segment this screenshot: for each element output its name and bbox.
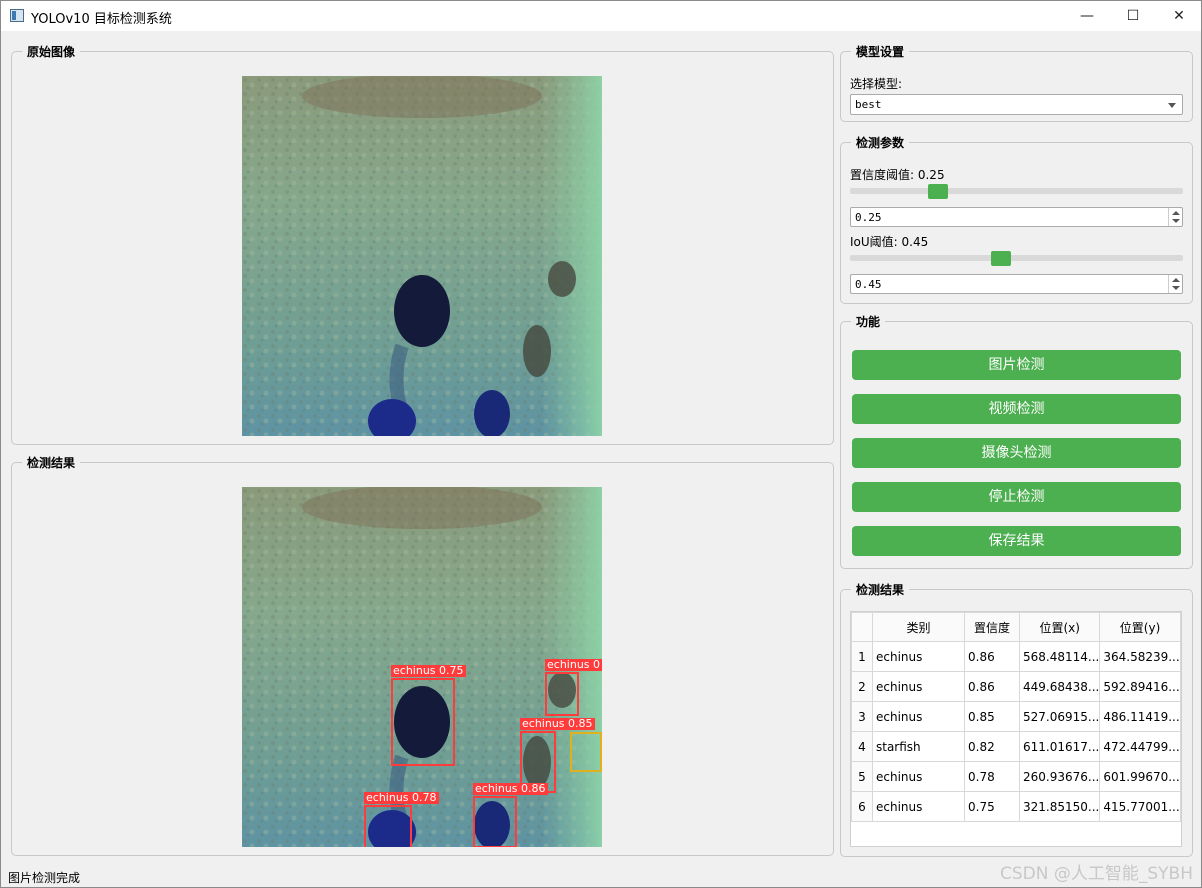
confidence-slider-handle[interactable] bbox=[928, 184, 948, 199]
column-header[interactable]: 位置(y) bbox=[1099, 612, 1181, 642]
corner-cell[interactable] bbox=[851, 612, 873, 642]
results-table: 类别 置信度 位置(x) 位置(y) 1 echinus 0.86 568.48… bbox=[851, 612, 1181, 822]
y-cell[interactable]: 472.44799... bbox=[1099, 731, 1181, 762]
detection-params-title: 检测参数 bbox=[851, 134, 910, 151]
original-image-title: 原始图像 bbox=[22, 43, 81, 60]
x-cell[interactable]: 568.48114... bbox=[1018, 641, 1101, 672]
class-cell[interactable]: echinus bbox=[872, 701, 965, 732]
confidence-cell[interactable]: 0.85 bbox=[964, 701, 1020, 732]
status-bar-text: 图片检测完成 bbox=[8, 871, 81, 885]
close-button[interactable]: ✕ bbox=[1156, 1, 1202, 31]
row-number[interactable]: 4 bbox=[851, 731, 873, 762]
confidence-threshold-label: 置信度阈值: 0.25 bbox=[850, 168, 945, 182]
table-row[interactable]: 1 echinus 0.86 568.48114... 364.58239... bbox=[851, 641, 1181, 672]
column-header[interactable]: 类别 bbox=[872, 612, 965, 642]
stop-detect-button[interactable]: 停止检测 bbox=[852, 482, 1181, 512]
minimize-button[interactable]: — bbox=[1064, 1, 1110, 31]
table-row[interactable]: 6 echinus 0.75 321.85150... 415.77001... bbox=[851, 791, 1181, 822]
echinus-bbox bbox=[391, 678, 455, 766]
image-detect-button[interactable]: 图片检测 bbox=[852, 350, 1181, 380]
table-row[interactable]: 4 starfish 0.82 611.01617... 472.44799..… bbox=[851, 731, 1181, 762]
y-cell[interactable]: 486.11419... bbox=[1099, 701, 1181, 732]
functions-title: 功能 bbox=[851, 313, 886, 330]
iou-spinbox[interactable]: 0.45 bbox=[850, 274, 1183, 294]
spin-buttons[interactable] bbox=[1168, 208, 1182, 226]
y-cell[interactable]: 415.77001... bbox=[1099, 791, 1181, 822]
column-header[interactable]: 位置(x) bbox=[1018, 612, 1101, 642]
table-row[interactable]: 2 echinus 0.86 449.68438... 592.89416... bbox=[851, 671, 1181, 702]
column-header[interactable]: 置信度 bbox=[964, 612, 1020, 642]
x-cell[interactable]: 611.01617... bbox=[1018, 731, 1101, 762]
confidence-cell[interactable]: 0.78 bbox=[964, 761, 1020, 792]
row-number[interactable]: 3 bbox=[851, 701, 873, 732]
select-model-label: 选择模型: bbox=[850, 77, 903, 91]
underwater-photo bbox=[242, 76, 602, 436]
detection-result-title: 检测结果 bbox=[22, 454, 81, 471]
row-number[interactable]: 2 bbox=[851, 671, 873, 702]
original-image bbox=[242, 76, 602, 436]
table-header-row: 类别 置信度 位置(x) 位置(y) bbox=[851, 612, 1181, 642]
y-cell[interactable]: 592.89416... bbox=[1099, 671, 1181, 702]
app-window: YOLOv10 目标检测系统 — ☐ ✕ 原始图像 检测结果 echinus 0… bbox=[0, 0, 1202, 888]
iou-slider-handle[interactable] bbox=[991, 251, 1011, 266]
results-table-title: 检测结果 bbox=[851, 581, 910, 598]
result-image: echinus 0.75 echinus 0 echinus 0.85 echi… bbox=[242, 487, 602, 847]
model-settings-title: 模型设置 bbox=[851, 43, 910, 60]
confidence-slider[interactable] bbox=[850, 188, 1183, 194]
confidence-cell[interactable]: 0.86 bbox=[964, 641, 1020, 672]
confidence-cell[interactable]: 0.86 bbox=[964, 671, 1020, 702]
arrow-up-icon[interactable] bbox=[1172, 278, 1180, 282]
arrow-up-icon[interactable] bbox=[1172, 211, 1180, 215]
table-row[interactable]: 5 echinus 0.78 260.93676... 601.99670... bbox=[851, 761, 1181, 792]
x-cell[interactable]: 449.68438... bbox=[1018, 671, 1101, 702]
arrow-down-icon[interactable] bbox=[1172, 286, 1180, 290]
watermark: CSDN @人工智能_SYBH bbox=[1000, 864, 1193, 884]
y-cell[interactable]: 364.58239... bbox=[1099, 641, 1181, 672]
class-cell[interactable]: starfish bbox=[872, 731, 965, 762]
class-cell[interactable]: echinus bbox=[872, 791, 965, 822]
row-number[interactable]: 5 bbox=[851, 761, 873, 792]
confidence-spinbox[interactable]: 0.25 bbox=[850, 207, 1183, 227]
confidence-value: 0.25 bbox=[855, 211, 882, 224]
model-select-value: best bbox=[855, 98, 882, 111]
x-cell[interactable]: 260.93676... bbox=[1018, 761, 1101, 792]
video-detect-button[interactable]: 视频检测 bbox=[852, 394, 1181, 424]
class-cell[interactable]: echinus bbox=[872, 641, 965, 672]
echinus-bbox bbox=[545, 672, 579, 716]
title-bar: YOLOv10 目标检测系统 — ☐ ✕ bbox=[1, 1, 1201, 31]
maximize-button[interactable]: ☐ bbox=[1110, 1, 1156, 31]
detection-label: echinus 0.86 bbox=[473, 782, 548, 795]
chevron-down-icon bbox=[1168, 103, 1176, 108]
echinus-bbox bbox=[473, 796, 517, 847]
x-cell[interactable]: 527.06915... bbox=[1018, 701, 1101, 732]
detection-label: echinus 0.78 bbox=[364, 791, 439, 804]
row-number[interactable]: 1 bbox=[851, 641, 873, 672]
iou-threshold-label: IoU阈值: 0.45 bbox=[850, 235, 929, 249]
camera-detect-button[interactable]: 摄像头检测 bbox=[852, 438, 1181, 468]
row-number[interactable]: 6 bbox=[851, 791, 873, 822]
confidence-cell[interactable]: 0.82 bbox=[964, 731, 1020, 762]
class-cell[interactable]: echinus bbox=[872, 671, 965, 702]
detection-label: echinus 0.85 bbox=[520, 717, 595, 730]
detection-label: echinus 0 bbox=[545, 658, 602, 671]
iou-slider[interactable] bbox=[850, 255, 1183, 261]
detection-label: echinus 0.75 bbox=[391, 664, 466, 677]
app-icon bbox=[10, 9, 24, 22]
x-cell[interactable]: 321.85150... bbox=[1018, 791, 1101, 822]
y-cell[interactable]: 601.99670... bbox=[1099, 761, 1181, 792]
class-cell[interactable]: echinus bbox=[872, 761, 965, 792]
confidence-cell[interactable]: 0.75 bbox=[964, 791, 1020, 822]
arrow-down-icon[interactable] bbox=[1172, 219, 1180, 223]
spin-buttons[interactable] bbox=[1168, 275, 1182, 293]
table-row[interactable]: 3 echinus 0.85 527.06915... 486.11419... bbox=[851, 701, 1181, 732]
model-select[interactable]: best bbox=[850, 94, 1183, 115]
iou-value: 0.45 bbox=[855, 278, 882, 291]
echinus-bbox bbox=[364, 805, 412, 847]
save-results-button[interactable]: 保存结果 bbox=[852, 526, 1181, 556]
window-title: YOLOv10 目标检测系统 bbox=[31, 12, 172, 27]
